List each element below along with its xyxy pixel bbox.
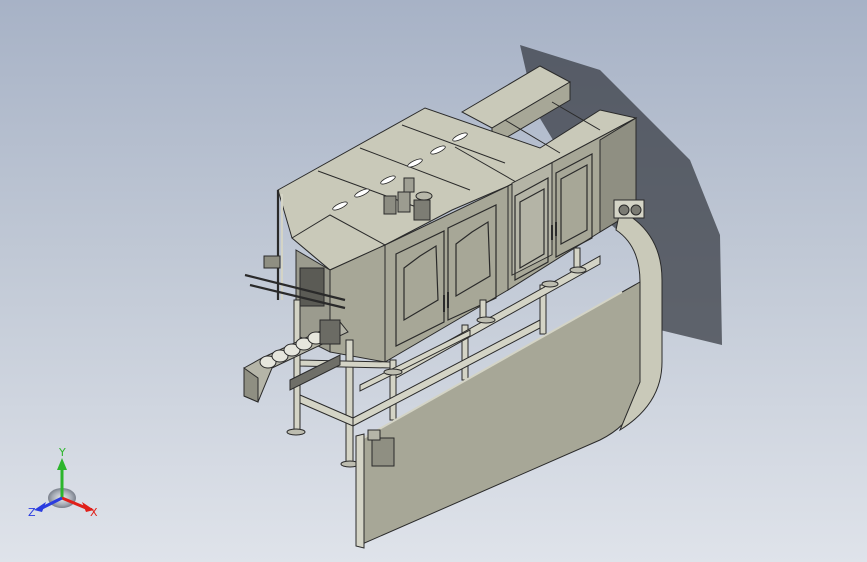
outfeed-bracket (613, 199, 645, 219)
y-axis-label: Y (58, 446, 66, 459)
y-axis-arrow (57, 458, 67, 470)
machine-assembly-model[interactable] (0, 0, 867, 562)
axis-triad[interactable]: Y X Z (0, 440, 110, 550)
cad-viewport[interactable]: Y X Z (0, 0, 867, 562)
z-axis-label: Z (28, 506, 36, 519)
x-axis-label: X (90, 506, 98, 519)
